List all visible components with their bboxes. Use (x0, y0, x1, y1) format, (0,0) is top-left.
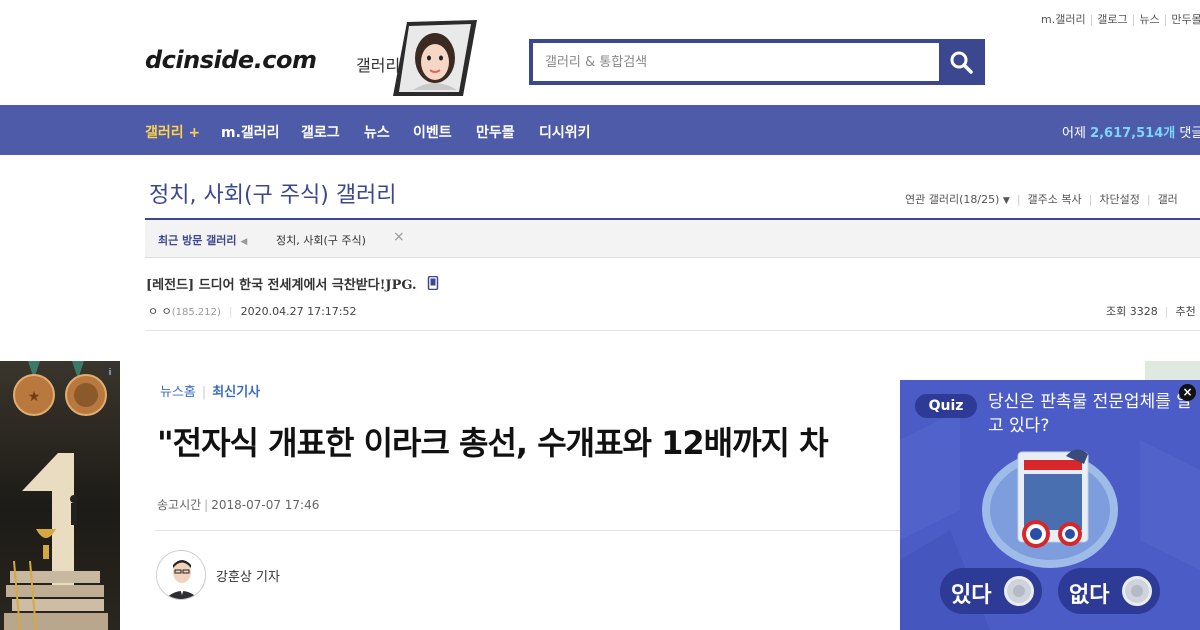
search-button[interactable] (941, 43, 981, 81)
svg-text:i: i (109, 368, 112, 378)
left-banner-ad[interactable]: ★ i (0, 361, 120, 630)
top-link-gallog[interactable]: 갤로그 (1097, 13, 1127, 26)
post-date: 2020.04.27 17:17:52 (240, 305, 357, 318)
recent-visit-bar: 최근 방문 갤러리 ◀ 정치, 사회(구 주식) × (145, 220, 1200, 258)
nav-gallery-plus[interactable]: 갤러리 + (145, 122, 200, 142)
gallery-info-button[interactable]: 갤러 (1158, 193, 1178, 206)
search-box (529, 39, 985, 85)
radio-icon (1122, 576, 1152, 606)
close-icon[interactable]: × (1179, 384, 1196, 401)
top-link-m-gallery[interactable]: m.갤러리 (1041, 13, 1086, 26)
nav-gallog[interactable]: 갤로그 (301, 122, 340, 142)
site-logo[interactable]: dcinside.com (145, 46, 317, 74)
quiz-question: 당신은 판촉물 전문업체를 알고 있다? (988, 392, 1192, 436)
quiz-product-image (980, 438, 1120, 568)
article-time: 송고시간 | 2018-07-07 17:46 (157, 498, 320, 512)
nav-stats-suffix: 댓글 (1179, 126, 1200, 141)
recent-visit-toggle[interactable]: 최근 방문 갤러리 ◀ (158, 232, 247, 248)
main-navbar: 갤러리 + m.갤러리 갤로그 뉴스 이벤트 만두몰 디시위키 어제 2,617… (0, 105, 1200, 155)
quiz-tag: Quiz (915, 394, 977, 418)
post-author[interactable]: ㅇ ㅇ (148, 305, 172, 318)
logo-mascot-image (393, 20, 479, 96)
gallery-title[interactable]: 정치, 사회(구 주식) 갤러리 (149, 177, 397, 209)
top-link-news[interactable]: 뉴스 (1139, 13, 1159, 26)
nav-stats-prefix: 어제 (1062, 126, 1086, 141)
quiz-yes-label: 있다 (951, 583, 992, 608)
caret-down-icon: ▼ (1002, 196, 1010, 206)
article-divider (155, 530, 905, 531)
top-utility-links: m.갤러리 | 갤로그 | 뉴스 | 만두몰 (1041, 13, 1200, 26)
svg-text:★: ★ (28, 389, 41, 405)
mobile-icon (427, 275, 439, 291)
gallery-tools: 연관 갤러리(18/25) ▼ | 갤주소 복사 | 차단설정 | 갤러 (905, 193, 1178, 206)
caret-left-icon: ◀ (240, 237, 248, 247)
quiz-yes-button[interactable]: 있다 (940, 568, 1042, 614)
article-time-label: 송고시간 (157, 498, 202, 512)
nav-m-gallery[interactable]: m.갤러리 (221, 122, 280, 142)
nav-stats: 어제 2,617,514개 댓글 (1062, 122, 1200, 141)
nav-news[interactable]: 뉴스 (364, 122, 390, 142)
post-title: [레전드] 드디어 한국 전세계에서 극찬받다!JPG. (146, 274, 439, 293)
reporter-avatar (156, 550, 206, 600)
quiz-popup-ad: Quiz 당신은 판촉물 전문업체를 알고 있다? × 있다 없다 (900, 380, 1200, 630)
search-input[interactable] (533, 43, 939, 81)
related-gallery-button[interactable]: 연관 갤러리(18/25) ▼ (905, 193, 1010, 206)
top-link-mall[interactable]: 만두몰 (1171, 13, 1200, 26)
close-icon[interactable]: × (393, 229, 405, 245)
article-title: "전자식 개표한 이라크 총선, 수개표와 12배까지 차 (157, 424, 829, 462)
recent-visit-item[interactable]: 정치, 사회(구 주식) (276, 232, 366, 248)
reporter-name: 강훈상 기자 (216, 570, 280, 585)
nav-event[interactable]: 이벤트 (413, 122, 452, 142)
crumb-latest[interactable]: 최신기사 (212, 385, 260, 400)
article-breadcrumb: 뉴스홈 | 최신기사 (160, 385, 261, 400)
nav-wiki[interactable]: 디시위키 (539, 122, 591, 142)
radio-icon (1004, 576, 1034, 606)
post-stats: 조회 3328 | 추천 (1106, 305, 1196, 318)
post-ip: (185.212) (171, 307, 221, 318)
block-settings-button[interactable]: 차단설정 (1099, 193, 1139, 206)
post-meta: ㅇ ㅇ(185.212) | 2020.04.27 17:17:52 (148, 305, 357, 318)
nav-mall[interactable]: 만두몰 (476, 122, 515, 142)
post-views: 조회 3328 (1106, 305, 1158, 318)
copy-address-button[interactable]: 갤주소 복사 (1028, 193, 1082, 206)
crumb-news-home[interactable]: 뉴스홈 (160, 385, 196, 400)
post-title-text: [레전드] 드디어 한국 전세계에서 극찬받다!JPG. (146, 278, 417, 293)
post-recommend: 추천 (1175, 305, 1196, 318)
quiz-no-button[interactable]: 없다 (1058, 568, 1160, 614)
nav-stats-value: 2,617,514개 (1090, 126, 1176, 141)
search-icon (950, 51, 973, 74)
quiz-no-label: 없다 (1069, 583, 1110, 608)
right-side-ad-edge (1145, 361, 1200, 381)
post-divider (145, 330, 1200, 331)
article-time-value: 2018-07-07 17:46 (211, 498, 320, 512)
